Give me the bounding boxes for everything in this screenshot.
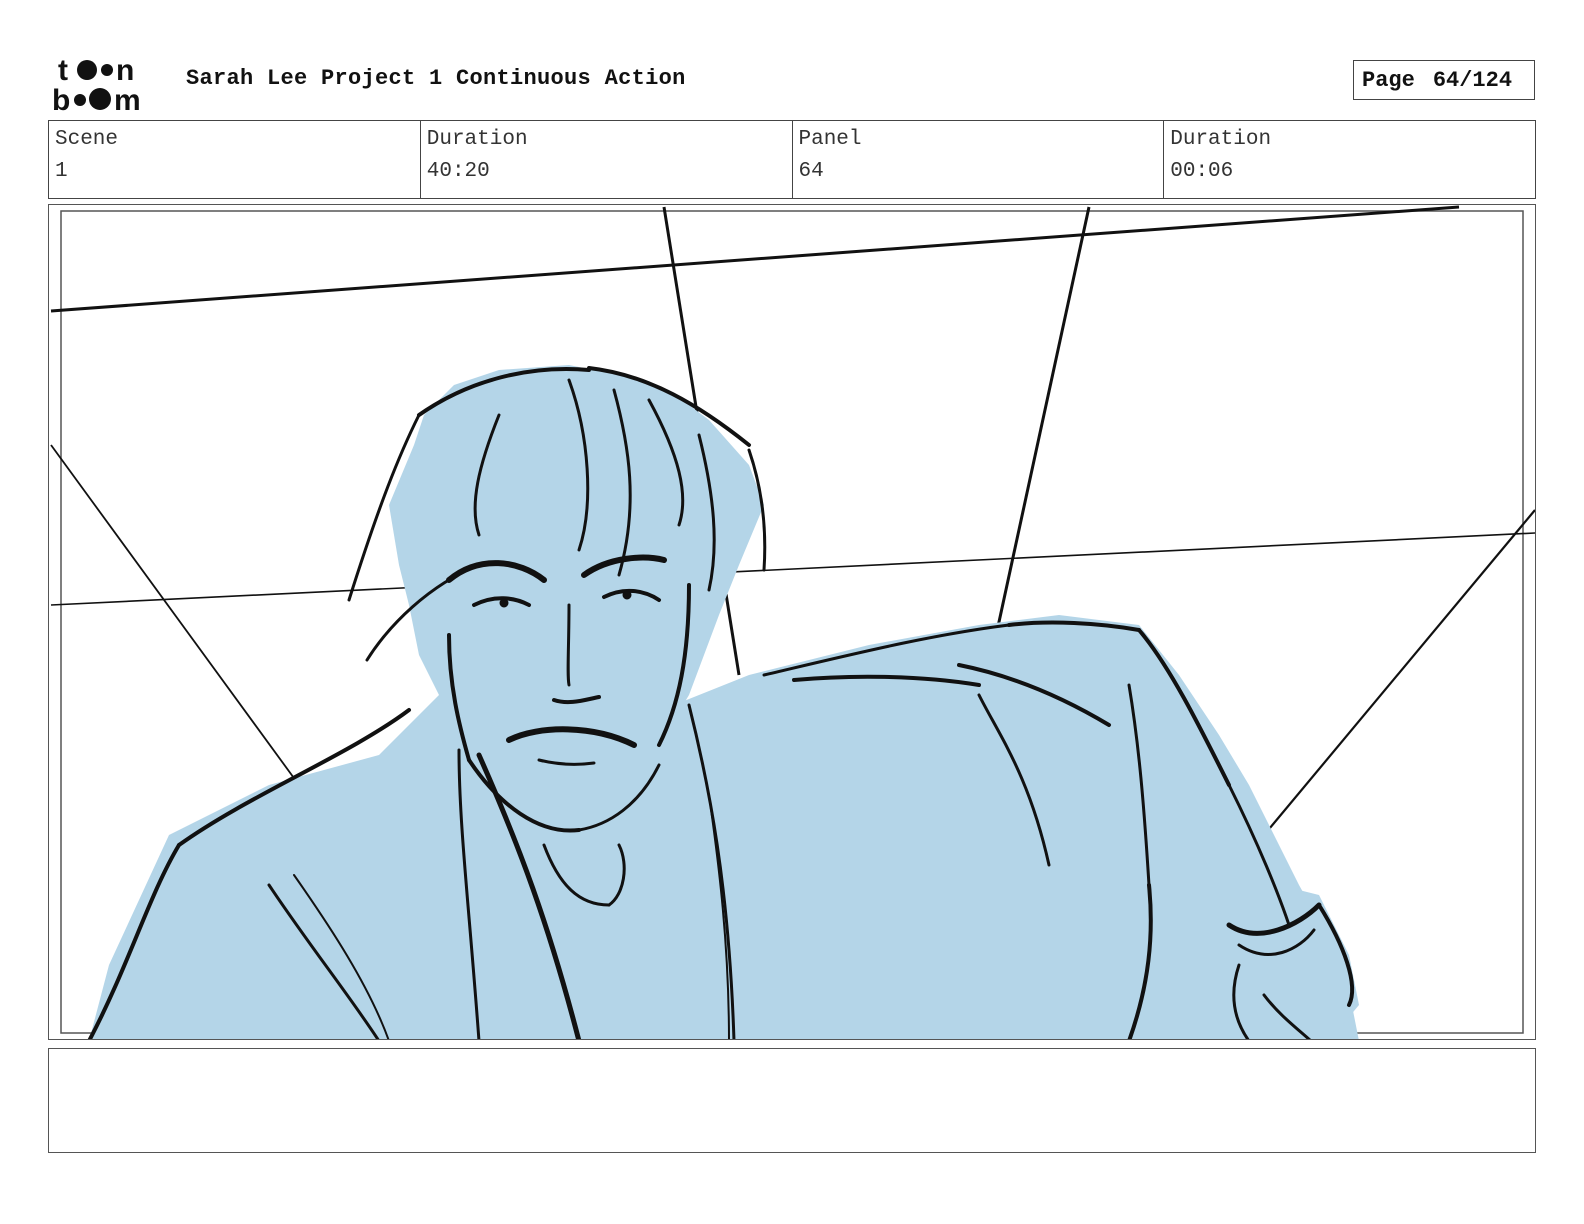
page-label: Page <box>1362 67 1415 93</box>
panel-duration-cell: Duration 00:06 <box>1164 121 1535 198</box>
scene-value: 1 <box>55 160 68 183</box>
panel-cell: Panel 64 <box>793 121 1165 198</box>
panel-sketch <box>50 205 1535 1039</box>
project-title: Sarah Lee Project 1 Continuous Action <box>186 66 686 91</box>
page-number: 64/124 <box>1432 67 1513 93</box>
svg-text:m: m <box>114 84 141 112</box>
scene-info-row: Scene 1 Duration 40:20 Panel 64 Duration… <box>48 120 1536 199</box>
svg-text:t: t <box>58 54 68 87</box>
scene-cell: Scene 1 <box>49 121 421 198</box>
character-fill <box>89 365 1359 1039</box>
panel-duration-label: Duration <box>1170 128 1272 151</box>
panel-label: Panel <box>798 128 862 151</box>
scene-label: Scene <box>55 128 119 151</box>
svg-text:n: n <box>116 54 134 87</box>
scene-duration-label: Duration <box>426 128 528 151</box>
svg-text:b: b <box>52 84 70 112</box>
panel-duration-value: 00:06 <box>1170 160 1234 183</box>
panel-value: 64 <box>798 160 824 183</box>
scene-duration-cell: Duration 40:20 <box>421 121 793 198</box>
toon-boom-logo: t n b m <box>52 52 164 117</box>
scene-duration-value: 40:20 <box>426 160 490 183</box>
storyboard-panel <box>48 204 1536 1040</box>
panel-notes-box <box>48 1048 1536 1153</box>
page-indicator: Page 64/124 <box>1353 60 1535 100</box>
